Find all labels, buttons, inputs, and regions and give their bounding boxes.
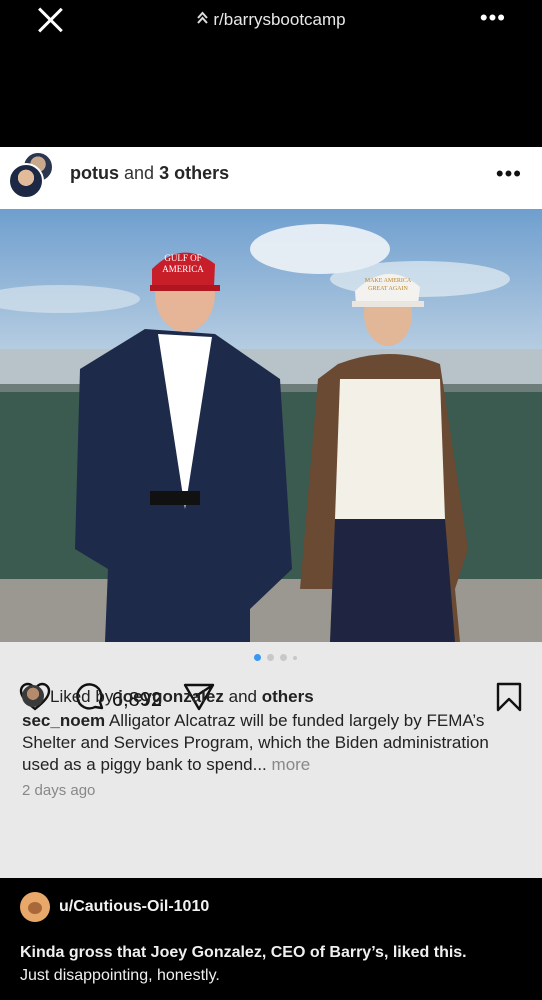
post-footer: 6,892 Liked by joeygonzalez and others s… [0, 642, 542, 878]
subreddit-icon [196, 11, 209, 32]
carousel-dot [280, 654, 287, 661]
caption-user: sec_noem [22, 711, 106, 730]
carousel-dot [293, 655, 297, 660]
avatar-stack [8, 151, 56, 199]
comment-author[interactable]: u/Cautious-Oil-1010 [20, 892, 209, 922]
avatar [22, 685, 44, 707]
liked-prefix: Liked by [50, 687, 114, 706]
post-timestamp: 2 days ago [22, 782, 96, 799]
post-coauthors: 3 others [159, 163, 230, 183]
post-photo: GULF OF AMERICA MAKE AMERICA GREAT AGAIN [0, 209, 542, 642]
hat-left-text: GULF OF [164, 253, 201, 263]
post-header: potus and 3 others ••• [0, 147, 542, 209]
liked-by: Liked by joeygonzalez and others [22, 685, 314, 707]
carousel-dot-active [254, 654, 261, 661]
avatar [8, 163, 44, 199]
hat-right-text: MAKE AMERICA [365, 278, 412, 284]
liked-others: others [261, 687, 314, 706]
comment-line: Just disappointing, honestly. [20, 967, 220, 984]
subreddit-name: r/barrysbootcamp [213, 10, 346, 29]
hat-left-text-2: AMERICA [162, 264, 204, 274]
hat-right-text-2: GREAT AGAIN [368, 286, 408, 292]
post-authors: potus and 3 others [70, 163, 229, 184]
caption-more: more [271, 755, 311, 774]
post-caption: sec_noem Alligator Alcatraz will be fund… [22, 710, 522, 776]
username[interactable]: u/Cautious-Oil-1010 [59, 898, 209, 916]
comment-line: Kinda gross that Joey Gonzalez, CEO of B… [20, 944, 467, 961]
shared-post-image: potus and 3 others ••• GULF OF AMERICA M… [0, 147, 542, 878]
comment-body: Kinda gross that Joey Gonzalez, CEO of B… [20, 941, 467, 987]
post-author-conj: and [124, 163, 155, 183]
avatar[interactable] [20, 892, 50, 922]
top-bar: r/barrysbootcamp ••• [0, 0, 542, 40]
subreddit-title[interactable]: r/barrysbootcamp [0, 10, 542, 32]
carousel-dot [267, 654, 274, 661]
post-author: potus [70, 163, 119, 183]
more-icon[interactable]: ••• [480, 7, 506, 29]
carousel-dots [254, 654, 297, 661]
liked-user: joeygonzalez [118, 687, 224, 706]
liked-and: and [228, 687, 257, 706]
post-more-icon: ••• [495, 161, 522, 186]
